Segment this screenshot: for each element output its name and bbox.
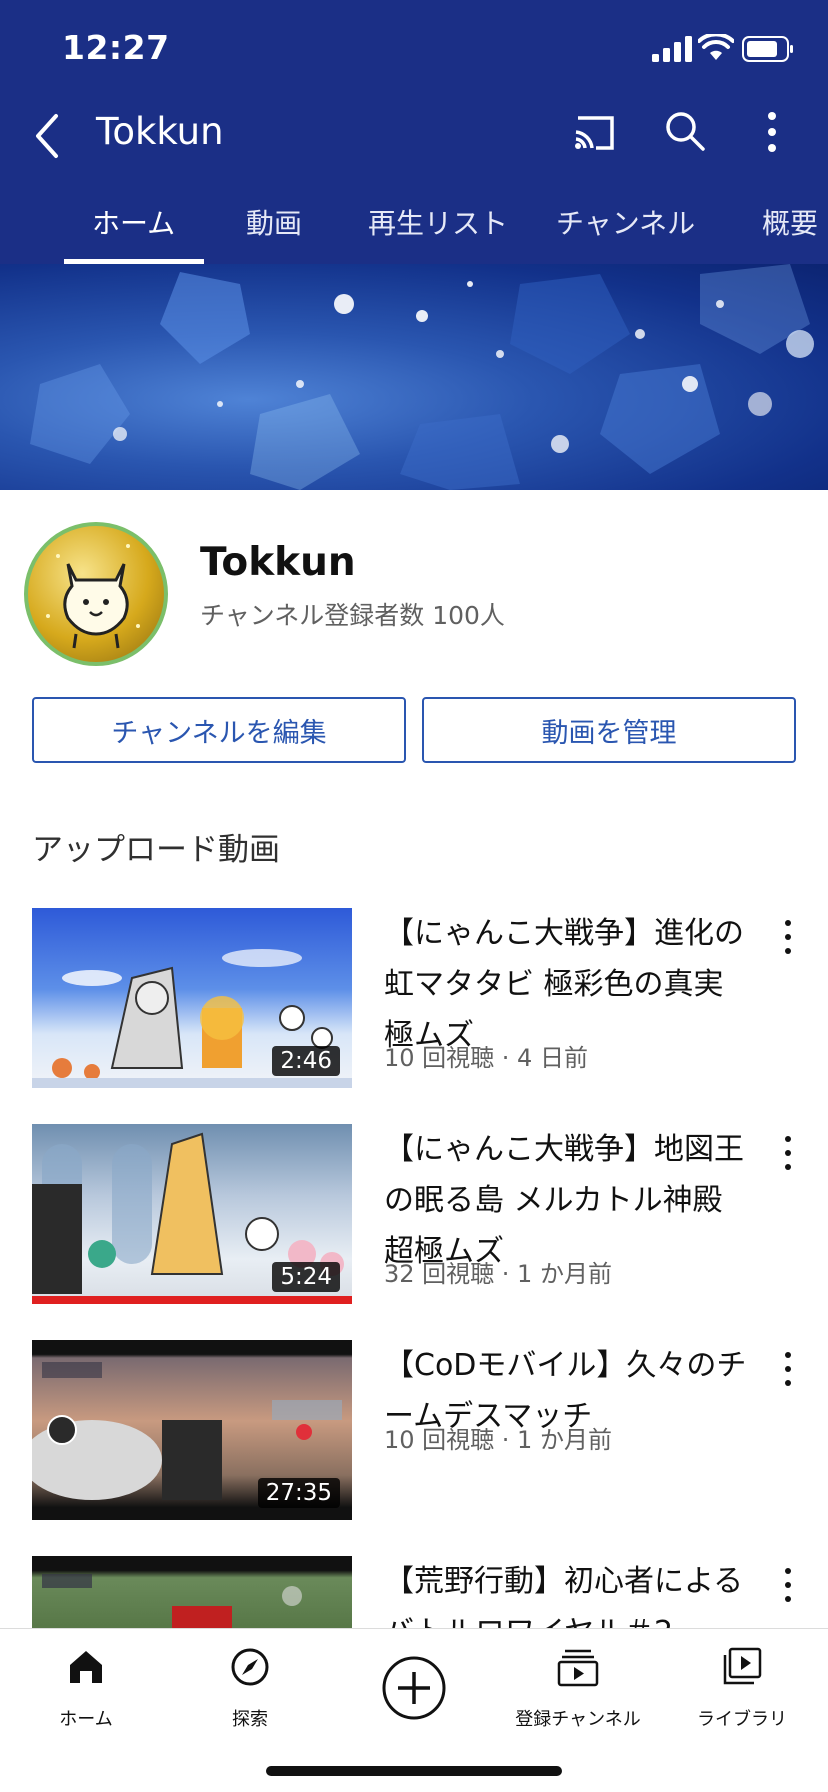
home-indicator	[266, 1766, 562, 1776]
tab-videos[interactable]: 動画	[246, 202, 302, 242]
video-meta: 10 回視聴 · 1 か月前	[384, 1426, 612, 1454]
video-meta: 32 回視聴 · 1 か月前	[384, 1260, 612, 1288]
subscriptions-icon	[557, 1649, 599, 1687]
cellular-signal-icon	[652, 36, 692, 62]
library-icon	[723, 1647, 762, 1685]
nav-library[interactable]: ライブラリ	[662, 1643, 822, 1743]
status-bar: 12:27	[0, 0, 828, 96]
banner-bokeh-art	[30, 264, 814, 490]
more-vert-icon[interactable]	[764, 110, 780, 154]
channel-name: Tokkun	[200, 540, 356, 585]
nav-home-label: ホーム	[59, 1709, 113, 1730]
status-time: 12:27	[62, 28, 170, 67]
video-thumbnail[interactable]: 5:24	[32, 1124, 352, 1304]
cat-avatar-icon	[46, 544, 140, 649]
nav-explore[interactable]: 探索	[170, 1643, 330, 1743]
video-duration: 5:24	[272, 1262, 340, 1292]
tab-playlists[interactable]: 再生リスト	[368, 202, 508, 242]
search-icon[interactable]	[664, 110, 706, 152]
video-thumbnail[interactable]: 2:46	[32, 908, 352, 1088]
video-duration: 2:46	[272, 1046, 340, 1076]
tab-about[interactable]: 概要	[762, 202, 818, 242]
toolbar: Tokkun	[0, 96, 828, 196]
video-more-icon[interactable]	[780, 918, 796, 958]
nav-library-label: ライブラリ	[697, 1709, 787, 1730]
video-list-item[interactable]: 2:46 【にゃんこ大戦争】進化の虹マタタビ 極彩色の真実 極ムズ 10 回視聴…	[0, 908, 828, 1098]
app-header: 12:27 Tokkun ホーム 動画 再生リスト チャンネル 概要	[0, 0, 828, 264]
video-list-item[interactable]: 27:35 【CoDモバイル】久々のチームデスマッチ 10 回視聴 · 1 か月…	[0, 1340, 828, 1530]
video-meta: 10 回視聴 · 4 日前	[384, 1044, 588, 1072]
nav-create[interactable]	[334, 1643, 494, 1743]
back-arrow-icon[interactable]	[28, 108, 68, 164]
video-more-icon[interactable]	[780, 1134, 796, 1174]
tab-channels[interactable]: チャンネル	[556, 202, 695, 242]
uploads-section-title: アップロード動画	[32, 832, 280, 868]
nav-explore-label: 探索	[232, 1709, 268, 1730]
channel-avatar[interactable]	[24, 522, 168, 666]
nav-subscriptions[interactable]: 登録チャンネル	[498, 1643, 658, 1743]
wifi-icon	[698, 34, 734, 60]
tab-home[interactable]: ホーム	[92, 202, 175, 242]
toolbar-title: Tokkun	[96, 110, 224, 153]
video-list-item[interactable]: 5:24 【にゃんこ大戦争】地図王の眠る島 メルカトル神殿 超極ムズ 32 回視…	[0, 1124, 828, 1314]
home-icon	[70, 1651, 102, 1683]
explore-icon	[231, 1648, 269, 1686]
nav-home[interactable]: ホーム	[6, 1643, 166, 1743]
channel-banner	[0, 264, 828, 490]
video-thumbnail[interactable]	[32, 1556, 352, 1628]
video-list-item[interactable]: 【荒野行動】初心者によるバトルロワイヤル＃2	[0, 1556, 828, 1628]
manage-videos-button[interactable]: 動画を管理	[422, 697, 796, 763]
cast-icon[interactable]	[572, 112, 618, 154]
battery-icon	[742, 36, 793, 62]
video-more-icon[interactable]	[780, 1566, 796, 1606]
video-thumbnail[interactable]: 27:35	[32, 1340, 352, 1520]
thumbnail-art	[42, 1574, 302, 1628]
video-duration: 27:35	[257, 1478, 340, 1508]
create-icon	[382, 1656, 446, 1720]
edit-channel-button[interactable]: チャンネルを編集	[32, 697, 406, 763]
subscriber-count: チャンネル登録者数 100人	[200, 601, 505, 630]
nav-subscriptions-label: 登録チャンネル	[515, 1709, 641, 1730]
video-more-icon[interactable]	[780, 1350, 796, 1390]
channel-tabs: ホーム 動画 再生リスト チャンネル 概要	[0, 196, 828, 264]
video-title[interactable]: 【荒野行動】初心者によるバトルロワイヤル＃2	[384, 1556, 756, 1628]
